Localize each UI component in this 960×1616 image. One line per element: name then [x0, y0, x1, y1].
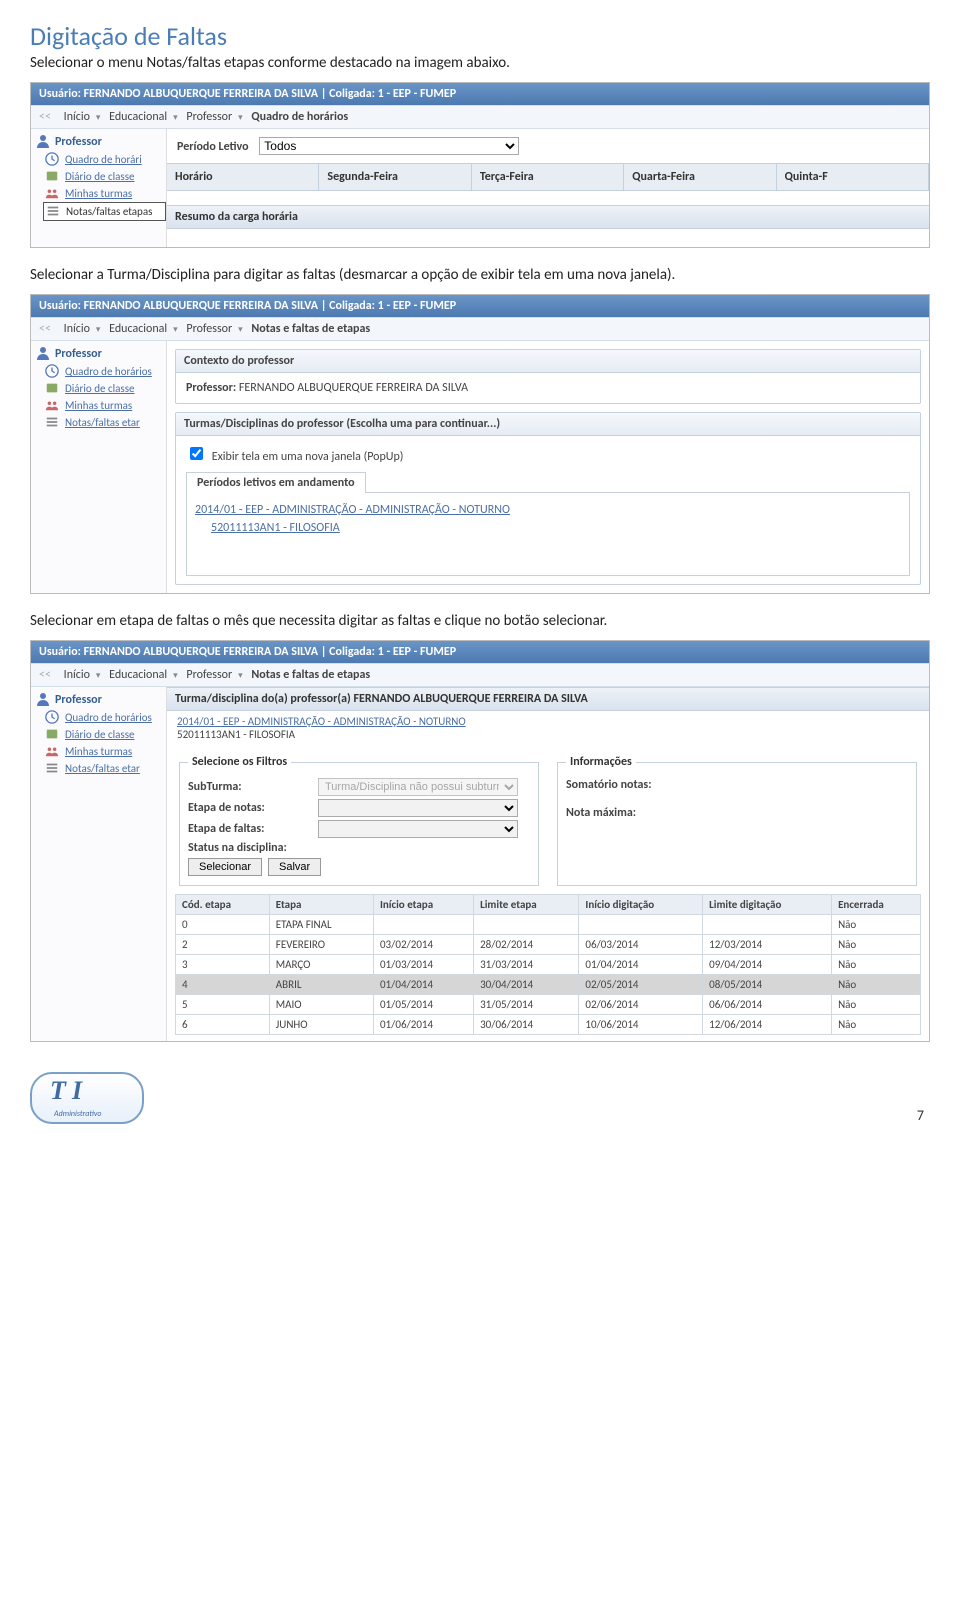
context-line-1[interactable]: 2014/01 - EEP - ADMINISTRAÇÃO - ADMINIST…: [177, 715, 919, 728]
panel-turmas-head: Turmas/Disciplinas do professor (Escolha…: [176, 413, 920, 436]
page-number: 7: [917, 1107, 930, 1124]
sidebar-item-turmas[interactable]: Minhas turmas: [43, 743, 166, 760]
grid-header: Início digitação: [579, 895, 703, 915]
book-icon: [45, 727, 59, 741]
status-label: Status na disciplina:: [188, 841, 318, 855]
user-icon: [35, 133, 51, 149]
user-bar: Usuário: FERNANDO ALBUQUERQUE FERREIRA D…: [31, 83, 929, 105]
context-line-2: 52011113AN1 - FILOSOFIA: [177, 728, 919, 741]
selecionar-button[interactable]: [188, 858, 262, 876]
people-icon: [45, 398, 59, 412]
clock-icon: [45, 152, 59, 166]
grid-header: Início etapa: [373, 895, 473, 915]
clock-icon: [45, 710, 59, 724]
ti-logo: TI Administrativo: [30, 1072, 144, 1124]
periodo-select[interactable]: Todos: [259, 137, 519, 155]
sidebar-item-turmas[interactable]: Minhas turmas: [43, 185, 166, 202]
book-icon: [45, 381, 59, 395]
table-row[interactable]: 4ABRIL01/04/201430/04/201402/05/201408/0…: [176, 975, 921, 995]
table-row[interactable]: 3MARÇO01/03/201431/03/201401/04/201409/0…: [176, 955, 921, 975]
screenshot-3: Usuário: FERNANDO ALBUQUERQUE FERREIRA D…: [30, 640, 930, 1042]
sidebar-item-diario[interactable]: Diário de classe: [43, 726, 166, 743]
user-bar: Usuário: FERNANDO ALBUQUERQUE FERREIRA D…: [31, 295, 929, 317]
sidebar-item-turmas[interactable]: Minhas turmas: [43, 397, 166, 414]
sidebar-item-quadro[interactable]: Quadro de horári: [43, 151, 166, 168]
salvar-button[interactable]: [268, 858, 321, 876]
list-icon: [45, 761, 59, 775]
intro-2: Selecionar a Turma/Disciplina para digit…: [30, 266, 930, 284]
breadcrumb: << Início▾ Educacional▾ Professor▾ Notas…: [31, 317, 929, 341]
grid-header: Limite etapa: [474, 895, 579, 915]
popup-label: Exibir tela em uma nova janela (PopUp): [212, 450, 404, 464]
table-row[interactable]: 6JUNHO01/06/201430/06/201410/06/201412/0…: [176, 1015, 921, 1035]
turma-row-1[interactable]: 2014/01 - EEP - ADMINISTRAÇÃO - ADMINIST…: [195, 501, 901, 519]
etapa-notas-select[interactable]: [318, 799, 518, 817]
user-icon: [35, 691, 51, 707]
list-icon: [45, 415, 59, 429]
user-icon: [35, 345, 51, 361]
sidebar-item-quadro[interactable]: Quadro de horários: [43, 363, 166, 380]
nota-max-label: Nota máxima:: [566, 806, 636, 820]
subturma-select[interactable]: Turma/Disciplina não possui subturmas: [318, 778, 518, 796]
breadcrumb: << Início▾ Educacional▾ Professor▾ Notas…: [31, 663, 929, 687]
etapa-faltas-label: Etapa de faltas:: [188, 822, 318, 836]
somatorio-label: Somatório notas:: [566, 778, 652, 792]
sidebar-group-professor[interactable]: Professor: [31, 687, 166, 709]
table-row[interactable]: 0ETAPA FINALNão: [176, 915, 921, 935]
intro-3: Selecionar em etapa de faltas o mês que …: [30, 612, 930, 630]
sidebar-item-diario[interactable]: Diário de classe: [43, 168, 166, 185]
etapa-faltas-select[interactable]: [318, 820, 518, 838]
table-row[interactable]: 5MAIO01/05/201431/05/201402/06/201406/06…: [176, 995, 921, 1015]
panel-turma-disc-head: Turma/disciplina do(a) professor(a) FERN…: [167, 687, 929, 711]
sidebar-item-notas-faltas[interactable]: Notas/faltas etapas: [43, 202, 166, 221]
professor-name: FERNANDO ALBUQUERQUE FERREIRA DA SILVA: [239, 381, 468, 395]
user-bar: Usuário: FERNANDO ALBUQUERQUE FERREIRA D…: [31, 641, 929, 663]
sidebar-item-quadro[interactable]: Quadro de horários: [43, 709, 166, 726]
people-icon: [45, 186, 59, 200]
list-icon: [46, 204, 60, 218]
filters-fieldset: Selecione os Filtros SubTurma:Turma/Disc…: [179, 755, 539, 886]
periodo-label: Período Letivo: [177, 140, 249, 154]
grid-header: Cód. etapa: [176, 895, 270, 915]
screenshot-2: Usuário: FERNANDO ALBUQUERQUE FERREIRA D…: [30, 294, 930, 594]
turma-row-2[interactable]: 52011113AN1 - FILOSOFIA: [195, 519, 901, 537]
sidebar-item-diario[interactable]: Diário de classe: [43, 380, 166, 397]
grid-header: Limite digitação: [703, 895, 832, 915]
sidebar-item-notas-faltas[interactable]: Notas/faltas etar: [43, 760, 166, 777]
filters-legend: Selecione os Filtros: [188, 755, 291, 769]
info-fieldset: Informações Somatório notas: Nota máxima…: [557, 755, 917, 886]
book-icon: [45, 169, 59, 183]
weekday-tabs: Horário Segunda-Feira Terça-Feira Quarta…: [167, 163, 929, 191]
info-legend: Informações: [566, 755, 636, 769]
sidebar-group-professor[interactable]: Professor: [31, 129, 166, 151]
resumo-carga-head: Resumo da carga horária: [167, 205, 929, 229]
tab-periodos-andamento[interactable]: Períodos letivos em andamento: [186, 472, 366, 493]
sidebar: Professor Quadro de horários Diário de c…: [31, 341, 167, 593]
sidebar: Professor Quadro de horári Diário de cla…: [31, 129, 167, 247]
screenshot-1: Usuário: FERNANDO ALBUQUERQUE FERREIRA D…: [30, 82, 930, 248]
page-title: Digitação de Faltas: [30, 20, 930, 52]
table-row[interactable]: 2FEVEREIRO03/02/201428/02/201406/03/2014…: [176, 935, 921, 955]
professor-label: Professor:: [186, 381, 236, 395]
etapa-notas-label: Etapa de notas:: [188, 801, 318, 815]
grid-header: Etapa: [269, 895, 373, 915]
etapas-grid: Cód. etapaEtapaInício etapaLimite etapaI…: [175, 894, 921, 1035]
intro-1: Selecionar o menu Notas/faltas etapas co…: [30, 54, 930, 72]
people-icon: [45, 744, 59, 758]
sidebar-item-notas-faltas[interactable]: Notas/faltas etar: [43, 414, 166, 431]
panel-contexto-head: Contexto do professor: [176, 350, 920, 373]
popup-checkbox[interactable]: [190, 447, 203, 460]
sidebar-group-professor[interactable]: Professor: [31, 341, 166, 363]
breadcrumb: << Início▾ Educacional▾ Professor▾ Quadr…: [31, 105, 929, 129]
sidebar: Professor Quadro de horários Diário de c…: [31, 687, 167, 1041]
grid-header: Encerrada: [832, 895, 921, 915]
clock-icon: [45, 364, 59, 378]
subturma-label: SubTurma:: [188, 780, 318, 794]
